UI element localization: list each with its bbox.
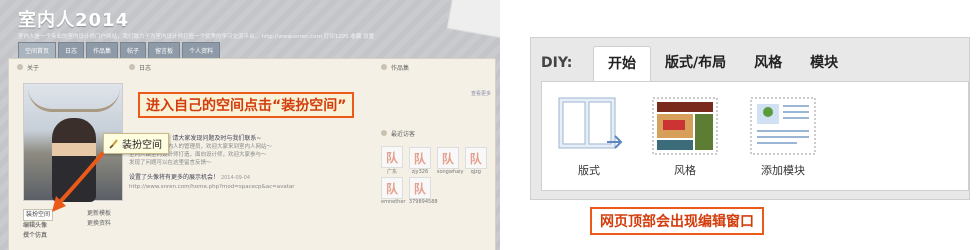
tab-modules[interactable]: 模块: [796, 46, 852, 80]
works-more-link[interactable]: 查看更多: [381, 90, 491, 97]
decorate-space-tooltip[interactable]: 装扮空间: [103, 133, 169, 154]
blog-post-title[interactable]: 设置了头像将有更多的展示机会！ 2014-09-04: [129, 173, 369, 183]
visitor-avatar: 队: [408, 177, 431, 199]
diy-label: DIY:: [541, 55, 573, 71]
brush-icon: [108, 138, 118, 149]
diy-tabs: 开始 版式/布局 风格 模块: [593, 46, 852, 81]
space-nav: 空间首页 日志 作品集 帖子 留言板 个人资料: [18, 42, 221, 59]
visitor-item[interactable]: 队 songwhaiy: [436, 147, 464, 175]
nav-blog[interactable]: 日志: [58, 42, 85, 59]
visitor-item[interactable]: 队 emnether: [381, 177, 405, 205]
layout-label: 版式: [578, 164, 600, 177]
tab-layout[interactable]: 版式/布局: [651, 46, 740, 80]
works-heading: 作品集: [381, 63, 491, 72]
tooltip-label: 装扮空间: [122, 140, 162, 151]
style-icon: [651, 96, 719, 156]
visitor-avatar: 队: [381, 177, 403, 199]
site-title: 室内人2014: [18, 10, 130, 31]
tab-style[interactable]: 风格: [740, 46, 796, 80]
add-module-label: 添加模块: [761, 164, 805, 177]
tab-start[interactable]: 开始: [593, 46, 651, 81]
diy-start-panel: 版式 风格 添加模块: [541, 81, 969, 191]
style-option[interactable]: 风格: [645, 96, 725, 178]
arch-shape: [28, 88, 120, 112]
layout-option[interactable]: 版式: [549, 96, 629, 178]
orange-arrow-icon: [52, 152, 104, 212]
visitor-item[interactable]: 队 379894588: [408, 177, 438, 205]
nav-posts[interactable]: 帖子: [120, 42, 147, 59]
visitor-item[interactable]: 队广东: [381, 146, 403, 175]
diy-toolbar: DIY: 开始 版式/布局 风格 模块 版式 风格 添加模块: [530, 37, 970, 200]
visitor-item[interactable]: 队 qjzg: [464, 147, 487, 175]
nav-guestbook[interactable]: 留言板: [148, 42, 181, 59]
blog-line: http://www.snren.com/home.php?mod=spacec…: [129, 184, 295, 190]
visitor-avatar: 队: [381, 146, 403, 168]
change-info-link[interactable]: 更换资料: [87, 219, 111, 229]
decor-photo: [446, 0, 500, 39]
blog-line: 发现了问题可以在这里留言反馈～: [129, 160, 212, 166]
nav-works[interactable]: 作品集: [86, 42, 119, 59]
visitor-avatar: 队: [408, 147, 431, 169]
style-label: 风格: [674, 164, 696, 177]
visitor-avatar: 队: [464, 147, 487, 169]
add-module-icon: [749, 96, 817, 156]
blog-heading: 日志: [129, 63, 369, 72]
edit-avatar-link[interactable]: 编辑头像: [23, 221, 53, 231]
recent-visitors-heading: 最近访客: [381, 129, 491, 138]
about-heading: 关于: [17, 63, 39, 72]
space-screenshot: 室内人2014 室内人是一个专业的室内设计师门户网站，我们致力于为室内设计师打造…: [0, 0, 500, 250]
visitor-avatar: 队: [436, 147, 459, 169]
misc-link[interactable]: 撰个仿真: [23, 231, 53, 241]
bottom-caption: 网页顶部会出现编辑窗口: [590, 207, 764, 235]
instruction-callout: 进入自己的空间点击“装扮空间”: [138, 92, 355, 118]
nav-profile[interactable]: 个人资料: [182, 42, 221, 59]
visitor-item[interactable]: 队 zjy326: [408, 147, 431, 175]
nav-space-home[interactable]: 空间首页: [18, 42, 57, 59]
layout-icon: [555, 96, 623, 156]
site-subtitle: 室内人是一个专业的室内设计师门户网站，我们致力于为室内设计师打造一个优秀的学习交…: [18, 34, 375, 40]
add-module-option[interactable]: 添加模块: [743, 96, 823, 178]
